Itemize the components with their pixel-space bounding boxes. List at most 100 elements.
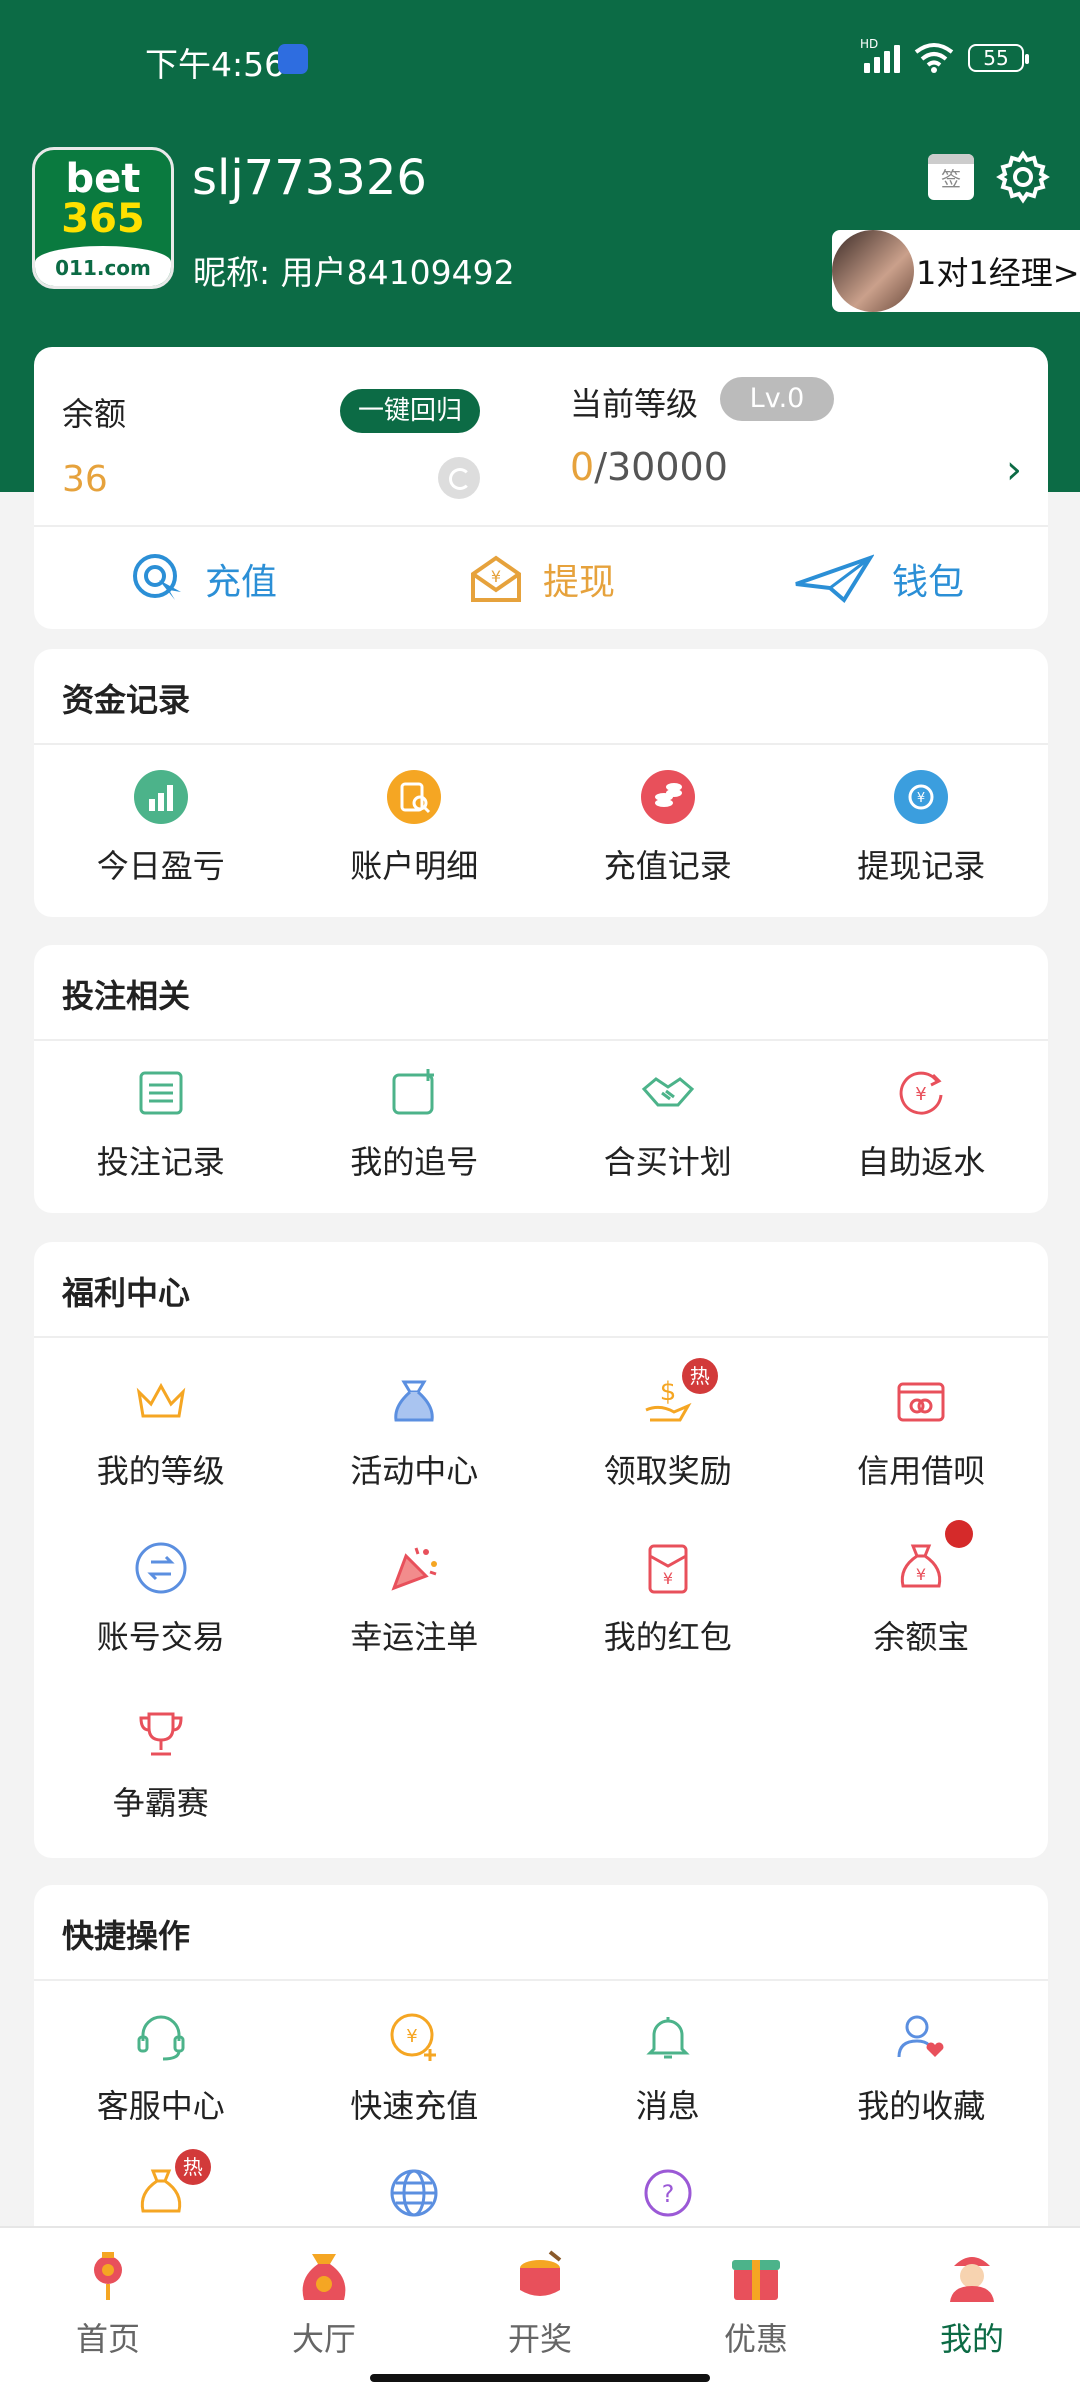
account-manager-button[interactable]: 1对1经理>: [832, 230, 1080, 312]
balance-card: 余额 一键回归 36 当前等级 Lv.0 0/30000 › 充值 ¥ 提现 钱…: [34, 347, 1048, 629]
svg-text:?: ?: [661, 2180, 674, 2208]
rebate-icon: ¥: [899, 1071, 943, 1115]
my-favorites-item[interactable]: 我的收藏: [795, 1985, 1049, 2151]
activity-center-item[interactable]: 活动中心: [288, 1350, 542, 1516]
claim-reward-item[interactable]: $ 热 领取奖励: [541, 1350, 795, 1516]
gift-bag-icon: [394, 1380, 434, 1422]
gear-icon[interactable]: [996, 150, 1050, 204]
svg-text:¥: ¥: [491, 567, 501, 586]
recharge-record-item[interactable]: 充值记录: [541, 745, 795, 911]
level-progress: 0/30000: [570, 445, 728, 489]
recall-button[interactable]: 一键回归: [340, 389, 480, 433]
tab-label: 开奖: [507, 2320, 572, 2358]
party-popper-icon: [391, 1547, 438, 1591]
item-label: 活动中心: [350, 1452, 479, 1490]
wallet-label: 钱包: [891, 562, 964, 603]
exchange-icon: [135, 1542, 187, 1594]
welfare-section: 福利中心 我的等级 活动中心 $ 热 领取奖励 信用借呗 账号交易 幸运注单 ¥…: [34, 1242, 1048, 1858]
item-label: 我的收藏: [857, 2087, 986, 2125]
level-label: 当前等级: [570, 385, 699, 423]
progress-current: 0: [570, 445, 595, 489]
hot-badge: 热: [681, 1358, 718, 1394]
username: slj773326: [192, 150, 427, 206]
item-label: 余额宝: [873, 1618, 970, 1656]
help-icon: ?: [644, 2169, 692, 2217]
item-label: 今日盈亏: [96, 847, 225, 885]
logo-text-365: 365: [61, 196, 145, 242]
chevron-right-icon[interactable]: ›: [1006, 447, 1022, 493]
divider: [34, 1336, 1048, 1338]
tab-label: 大厅: [291, 2320, 356, 2358]
handshake-icon: [641, 1077, 694, 1107]
self-rebate-item[interactable]: ¥ 自助返水: [795, 1041, 1049, 1207]
item-label: 客服中心: [96, 2087, 225, 2125]
wifi-icon: [914, 43, 954, 73]
yuebao-item[interactable]: ¥ 余额宝: [795, 1516, 1049, 1682]
wallet-icon: [795, 554, 874, 604]
account-detail-item[interactable]: 账户明细: [288, 745, 542, 911]
item-label: 账户明细: [350, 847, 479, 885]
recharge-button[interactable]: 充值: [34, 529, 372, 629]
my-chase-item[interactable]: 我的追号: [288, 1041, 542, 1207]
battery-level: 55: [983, 46, 1009, 70]
group-buy-item[interactable]: 合买计划: [541, 1041, 795, 1207]
credit-loan-item[interactable]: 信用借呗: [795, 1350, 1049, 1516]
shortcuts-section: 快捷操作 客服中心 ¥ 快速充值 消息 我的收藏 热 ?: [34, 1885, 1048, 2265]
svg-text:¥: ¥: [916, 1565, 926, 1584]
list-icon: [139, 1071, 183, 1115]
sign-in-calendar-icon[interactable]: 签: [928, 154, 974, 200]
item-label: 我的等级: [96, 1452, 225, 1490]
account-trade-item[interactable]: 账号交易: [34, 1516, 288, 1682]
item-label: 消息: [635, 2087, 700, 2125]
item-label: 提现记录: [857, 847, 986, 885]
tournament-item[interactable]: 争霸赛: [34, 1682, 288, 1848]
quick-recharge-icon: ¥: [390, 2013, 437, 2061]
signal-icon: HD: [860, 37, 900, 73]
tab-label: 首页: [75, 2320, 140, 2358]
logo-text-domain: 011.com: [35, 246, 171, 286]
item-label: 我的追号: [350, 1143, 479, 1181]
lottery-drum-icon: [520, 2250, 562, 2296]
svg-text:¥: ¥: [663, 1569, 673, 1588]
nickname: 昵称: 用户84109492: [193, 253, 515, 292]
home-lantern-icon: [94, 2252, 122, 2300]
withdraw-icon: ¥: [470, 555, 521, 602]
section-title: 资金记录: [62, 681, 191, 719]
my-level-item[interactable]: 我的等级: [34, 1350, 288, 1516]
section-title: 福利中心: [62, 1274, 191, 1312]
notification-dot: [945, 1520, 974, 1548]
manager-label: 1对1经理>: [916, 254, 1080, 292]
profile-icon: [950, 2257, 994, 2302]
wallet-button[interactable]: 钱包: [710, 529, 1048, 629]
quick-recharge-item[interactable]: ¥ 快速充值: [288, 1985, 542, 2151]
balance-label: 余额: [62, 395, 127, 433]
app-logo: bet 365 011.com: [32, 147, 174, 289]
lucky-bet-item[interactable]: 幸运注单: [288, 1516, 542, 1682]
status-time: 下午4:56: [145, 45, 286, 84]
customer-service-item[interactable]: 客服中心: [34, 1985, 288, 2151]
status-bar: 下午4:56 HD 55: [0, 0, 1080, 120]
battery-icon: 55: [968, 44, 1029, 72]
tab-home[interactable]: 首页: [0, 2228, 216, 2400]
refresh-icon[interactable]: [438, 457, 480, 499]
item-label: 信用借呗: [857, 1452, 986, 1490]
tab-profile[interactable]: 我的: [864, 2228, 1080, 2400]
item-label: 账号交易: [96, 1618, 225, 1656]
section-title: 投注相关: [62, 977, 191, 1015]
today-profit-item[interactable]: 今日盈亏: [34, 745, 288, 911]
account-detail-icon: [387, 770, 442, 824]
globe-icon: [390, 2169, 438, 2217]
svg-text:¥: ¥: [916, 1084, 927, 1105]
withdraw-button[interactable]: ¥ 提现: [372, 529, 710, 629]
favorite-user-icon: [897, 2015, 944, 2058]
red-envelope-item[interactable]: ¥ 我的红包: [541, 1516, 795, 1682]
divider: [34, 525, 1048, 527]
bet-record-item[interactable]: 投注记录: [34, 1041, 288, 1207]
messages-item[interactable]: 消息: [541, 1985, 795, 2151]
withdraw-record-item[interactable]: ¥ 提现记录: [795, 745, 1049, 911]
divider: [34, 1979, 1048, 1981]
recharge-label: 充值: [204, 562, 277, 603]
recharge-icon: [132, 554, 181, 600]
item-label: 自助返水: [857, 1143, 986, 1181]
svg-text:¥: ¥: [407, 2026, 418, 2047]
